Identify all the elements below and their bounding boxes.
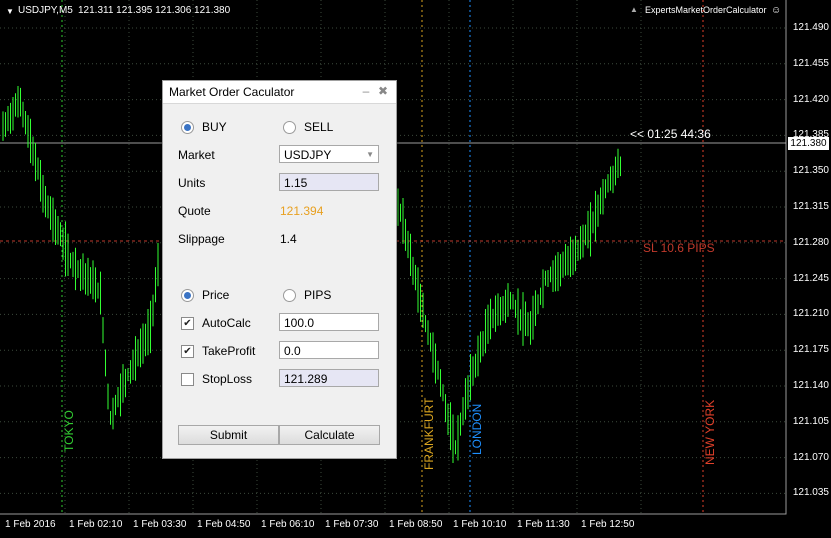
stoploss-checkbox[interactable] [181,373,194,386]
autocalc-field[interactable]: 100.0 [279,313,379,331]
symbol-label: USDJPY,M5 [18,5,73,16]
price-axis-label: 121.490 [792,22,829,33]
ohlc-label: 121.311 121.395 121.306 121.380 [78,5,231,16]
pips-label: PIPS [304,288,332,302]
minimize-icon[interactable]: – [359,84,373,98]
quote-value: 121.394 [280,204,324,218]
session-label-london: LONDON [470,403,484,455]
price-axis-label: 121.140 [792,380,829,391]
buy-radio[interactable] [181,121,194,134]
dialog-titlebar[interactable]: Market Order Caculator – ✖ [163,81,396,104]
chart-area[interactable]: ▼ USDJPY,M5 121.311 121.395 121.306 121.… [0,0,831,538]
units-field[interactable]: 1.15 [279,173,379,191]
takeprofit-checkbox[interactable]: ✔ [181,345,194,358]
autocalc-checkbox[interactable]: ✔ [181,317,194,330]
price-axis-label: 121.105 [792,415,829,427]
pips-radio[interactable] [283,289,296,302]
sell-radio[interactable] [283,121,296,134]
time-axis-label: 1 Feb 04:50 [197,519,251,530]
candle-timer-label: << 01:25 44:36 [630,127,711,141]
time-axis-label: 1 Feb 11:30 [517,519,570,530]
price-axis-label: 121.280 [792,236,829,248]
market-select[interactable]: USDJPY ▼ [279,145,379,163]
market-order-calculator-dialog[interactable]: Market Order Caculator – ✖ BUY SELL Mark… [162,80,397,459]
calculate-button[interactable]: Calculate [279,425,380,445]
slippage-label: Slippage [178,232,225,246]
current-price-tag: 121.380 [788,137,829,150]
price-axis-label: 121.070 [792,451,829,463]
time-axis-label: 1 Feb 06:10 [261,519,315,530]
time-axis-label: 1 Feb 08:50 [389,519,443,530]
autocalc-label: AutoCalc [202,316,251,330]
close-icon[interactable]: ✖ [376,84,390,98]
price-label: Price [202,288,230,302]
chevron-down-icon: ▼ [366,150,374,159]
price-axis-label: 121.175 [792,344,829,356]
units-label: Units [178,176,206,190]
expert-smiley-icon[interactable]: ☺ [771,5,781,16]
time-axis-label: 1 Feb 02:10 [69,519,123,530]
expert-label: ExpertsMarketOrderCalculator [645,5,767,15]
takeprofit-field[interactable]: 0.0 [279,341,379,359]
price-axis-label: 121.350 [792,165,829,177]
session-label-tokyo: TOKYO [62,410,76,452]
sell-label: SELL [304,120,334,134]
session-label-frankfurt: FRANKFURT [422,397,436,470]
stoploss-field[interactable]: 121.289 [279,369,379,387]
dropdown-arrow-icon[interactable]: ▼ [6,7,14,16]
price-axis-label: 121.420 [792,93,829,105]
submit-button[interactable]: Submit [178,425,279,445]
time-axis-label: 1 Feb 07:30 [325,519,379,530]
time-axis-label: 1 Feb 10:10 [453,519,507,530]
slippage-value: 1.4 [280,232,297,246]
triangle-icon: ▲ [630,5,638,14]
time-axis-label: 1 Feb 03:30 [133,519,187,530]
price-axis-label: 121.210 [792,308,829,320]
session-label-new-york: NEW YORK [703,399,717,465]
market-label: Market [178,148,215,162]
price-radio[interactable] [181,289,194,302]
stoploss-pips-label: SL 10.6 PIPS [643,241,715,255]
price-axis-label: 121.315 [792,201,829,212]
time-axis-label: 1 Feb 2016 [5,519,56,530]
quote-label: Quote [178,204,211,218]
time-axis-label: 1 Feb 12:50 [581,519,635,530]
price-axis-label: 121.035 [792,487,829,499]
stoploss-label: StopLoss [202,372,253,386]
price-axis-label: 121.455 [792,57,829,69]
market-select-value: USDJPY [284,148,332,162]
dialog-title: Market Order Caculator [169,85,295,99]
takeprofit-label: TakeProfit [202,344,256,358]
price-axis-label: 121.245 [792,272,829,284]
buy-label: BUY [202,120,227,134]
